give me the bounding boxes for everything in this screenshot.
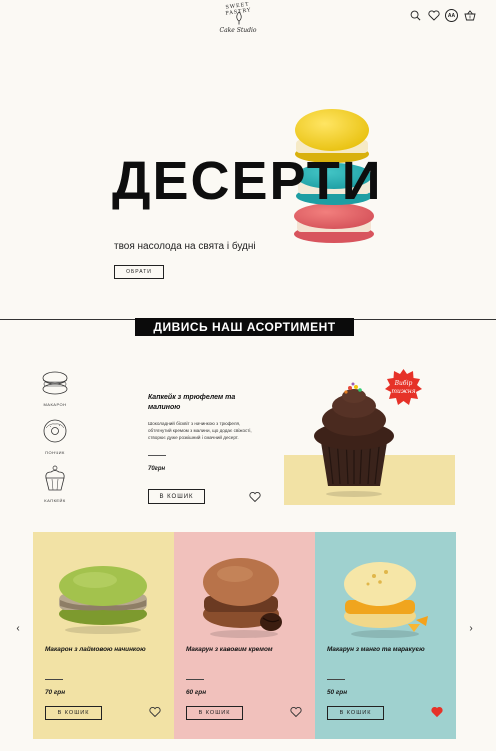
category-label: МАКАРОН bbox=[43, 402, 67, 407]
featured-description: Шоколадний бісквіт з начинкою з трюфеля,… bbox=[148, 421, 252, 440]
hero-title: ДЕСЕРТИ bbox=[112, 151, 383, 211]
product-carousel: Макарон з лаймовою начинкою 70 грн В КОШ… bbox=[33, 532, 457, 739]
featured-add-to-cart-button[interactable]: В КОШИК bbox=[148, 489, 205, 504]
mango-macaron-image bbox=[344, 562, 428, 638]
coffee-macaron-image bbox=[203, 558, 282, 638]
category-label: КАПКЕЙК bbox=[44, 498, 66, 503]
hero-subtitle: твоя насолода на свята і будні bbox=[114, 241, 256, 252]
product-card[interactable]: Макарун з манго та маракуєю 50 грн В КОШ… bbox=[315, 532, 456, 739]
cupcake-icon bbox=[45, 465, 65, 491]
logo-script-text: Cake Studio bbox=[219, 27, 257, 34]
featured-price: 70грн bbox=[148, 466, 166, 472]
product-title: Макарон з лаймовою начинкою bbox=[45, 646, 146, 653]
carousel-next-arrow[interactable]: › bbox=[466, 624, 476, 634]
product-divider bbox=[327, 679, 345, 680]
product-title: Макарун з кавовим кремом bbox=[186, 646, 273, 653]
whisk-icon bbox=[236, 11, 242, 25]
week-choice-badge: Вибір тижня bbox=[385, 369, 422, 405]
language-switch[interactable]: AA bbox=[445, 9, 458, 22]
donut-icon bbox=[43, 419, 67, 443]
header-actions: AA bbox=[409, 9, 476, 22]
badge-line-1: Вибір bbox=[394, 380, 413, 387]
site-header: SWEET PASTRY Cake Studio AA bbox=[0, 0, 496, 46]
heart-icon[interactable] bbox=[149, 706, 161, 718]
macaron-icon bbox=[42, 371, 68, 395]
product-divider bbox=[45, 679, 63, 680]
product-price: 70 грн bbox=[45, 689, 66, 696]
product-card[interactable]: Макарон з лаймовою начинкою 70 грн В КОШ… bbox=[33, 532, 174, 739]
cart-basket-icon[interactable] bbox=[463, 9, 476, 22]
heart-icon[interactable] bbox=[290, 706, 302, 718]
add-to-cart-button[interactable]: В КОШИК bbox=[45, 706, 102, 720]
featured-divider bbox=[148, 455, 166, 456]
choose-button[interactable]: ОБРАТИ bbox=[114, 265, 164, 279]
category-label: ПОНЧИК bbox=[45, 450, 65, 455]
featured-heart-icon[interactable] bbox=[249, 491, 261, 503]
add-to-cart-button[interactable]: В КОШИК bbox=[327, 706, 384, 720]
product-divider bbox=[186, 679, 204, 680]
search-icon[interactable] bbox=[409, 9, 422, 22]
featured-title: Капкейк з трюфелем та малиною bbox=[148, 394, 236, 411]
favorites-heart-icon[interactable] bbox=[427, 9, 440, 22]
product-title: Макарун з манго та маракуєю bbox=[327, 646, 425, 653]
category-cupcake[interactable]: КАПКЕЙК bbox=[36, 464, 74, 503]
carousel-prev-arrow[interactable]: ‹ bbox=[13, 624, 23, 634]
assortment-banner: ДИВИСЬ НАШ АСОРТИМЕНТ bbox=[135, 318, 354, 336]
lime-macaron-image bbox=[59, 566, 147, 634]
category-macaron[interactable]: МАКАРОН bbox=[36, 370, 74, 407]
badge-line-2: тижня bbox=[391, 388, 415, 395]
product-card[interactable]: Макарун з кавовим кремом 60 грн В КОШИК bbox=[174, 532, 315, 739]
hero-section: ДЕСЕРТИ твоя насолода на свята і будні О… bbox=[0, 46, 496, 316]
product-price: 50 грн bbox=[327, 689, 348, 696]
heart-filled-icon[interactable] bbox=[431, 706, 443, 718]
category-donut[interactable]: ПОНЧИК bbox=[36, 418, 74, 455]
product-price: 60 грн bbox=[186, 689, 207, 696]
add-to-cart-button[interactable]: В КОШИК bbox=[186, 706, 243, 720]
logo[interactable]: SWEET PASTRY Cake Studio bbox=[214, 1, 262, 41]
